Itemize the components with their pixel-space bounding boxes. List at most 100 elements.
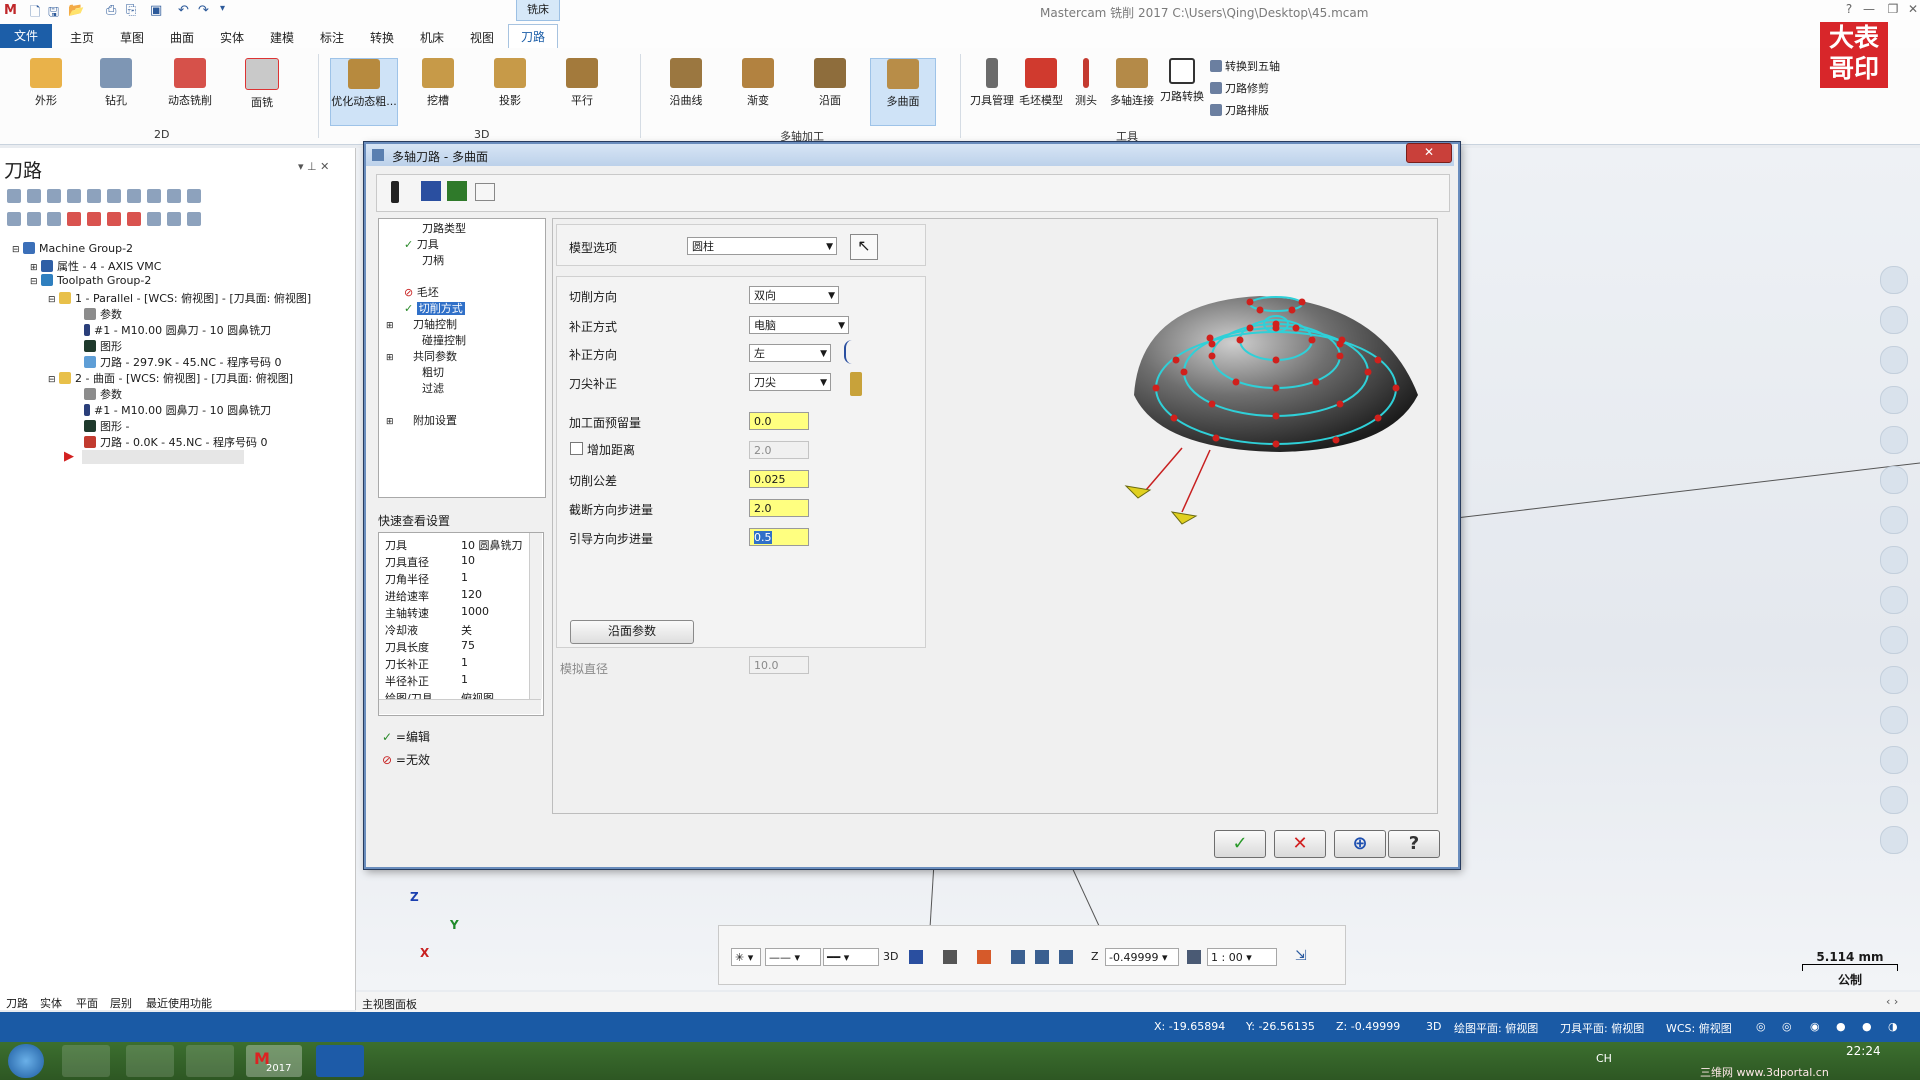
level-select[interactable]: 1 : 00 ▾ bbox=[1207, 948, 1277, 966]
tree-toolpath-group[interactable]: ⊟ Toolpath Group-2 bbox=[30, 274, 151, 287]
drill-button[interactable]: 钻孔 bbox=[86, 58, 146, 124]
regen-dirty-icon[interactable] bbox=[67, 189, 81, 203]
settings-icon[interactable] bbox=[187, 212, 201, 226]
simulate-icon[interactable] bbox=[127, 189, 141, 203]
calculator-icon[interactable] bbox=[186, 1045, 234, 1077]
trim-toolpath-button[interactable]: 刀路修剪 bbox=[1210, 80, 1269, 96]
fit-icon[interactable] bbox=[1880, 426, 1908, 454]
close-icon[interactable]: ✕ bbox=[1900, 2, 1920, 20]
comp-type-select[interactable]: 电脑 ▼ bbox=[749, 316, 849, 334]
apply-button[interactable]: ⊕ bbox=[1334, 830, 1386, 858]
move-up-icon[interactable] bbox=[87, 212, 101, 226]
scroll-icon[interactable] bbox=[127, 212, 141, 226]
tree-operation-2[interactable]: ⊟ 2 - 曲面 - [WCS: 俯视图] - [刀具面: 俯视图] bbox=[48, 370, 293, 386]
view-icon[interactable]: ◎ bbox=[1782, 1020, 1792, 1033]
dynamic-mill-button[interactable]: 动态铣削 bbox=[160, 58, 220, 124]
line-width-select[interactable]: ━━ ▾ bbox=[823, 948, 879, 966]
flow-params-button[interactable]: 沿面参数 bbox=[570, 620, 694, 644]
quick-view-vscrollbar[interactable] bbox=[529, 533, 542, 699]
toggle-post-icon[interactable] bbox=[47, 212, 61, 226]
tab-main-viewsheet[interactable]: 主视图面板 bbox=[362, 996, 417, 1012]
wireframe-icon[interactable]: ● bbox=[1836, 1020, 1846, 1033]
project-button[interactable]: 投影 bbox=[480, 58, 540, 124]
tree-properties[interactable]: ⊞ 属性 - 4 - AXIS VMC bbox=[30, 258, 161, 274]
solid-color-icon[interactable] bbox=[977, 950, 991, 964]
nav-cut-pattern[interactable]: ✓ 切削方式 bbox=[404, 300, 465, 316]
display-only-icon[interactable] bbox=[167, 212, 181, 226]
open-icon[interactable]: 📂 bbox=[68, 3, 84, 18]
cancel-icon[interactable] bbox=[1880, 826, 1908, 854]
tree-geometry-2[interactable]: 图形 - bbox=[84, 418, 129, 434]
menu-sketch[interactable]: 草图 bbox=[120, 29, 144, 46]
tool-icon[interactable] bbox=[391, 181, 399, 203]
lead-step-input[interactable]: 0.5 bbox=[749, 528, 809, 546]
menu-machine[interactable]: 机床 bbox=[420, 29, 444, 46]
status-wcs[interactable]: WCS: 俯视图 bbox=[1666, 1020, 1732, 1036]
convert-5axis-button[interactable]: 转换到五轴 bbox=[1210, 58, 1280, 74]
clear-colors-icon[interactable] bbox=[1035, 950, 1049, 964]
menu-toolpaths[interactable]: 刀路 bbox=[508, 24, 558, 49]
shade-icon[interactable] bbox=[1880, 506, 1908, 534]
zoom-out-icon[interactable] bbox=[1880, 306, 1908, 334]
mode-3d-toggle[interactable]: 3D bbox=[883, 950, 898, 963]
status-draw-plane[interactable]: 绘图平面: 俯视图 bbox=[1454, 1020, 1538, 1036]
help-icon[interactable] bbox=[187, 189, 201, 203]
tree-toolpath-1[interactable]: 刀路 - 297.9K - 45.NC - 程序号码 0 bbox=[84, 354, 282, 370]
nav-tool[interactable]: ✓ 刀具 bbox=[404, 236, 439, 252]
nav-linking[interactable]: ⊞ 共同参数 bbox=[386, 348, 457, 364]
status-tool-plane[interactable]: 刀具平面: 俯视图 bbox=[1560, 1020, 1644, 1036]
print-preview-icon[interactable]: ⎘ bbox=[126, 3, 136, 18]
cube-icon[interactable] bbox=[1880, 586, 1908, 614]
nav-tool-axis[interactable]: ⊞ 刀轴控制 bbox=[386, 316, 457, 332]
comp-dir-select[interactable]: 左 ▼ bbox=[749, 344, 831, 362]
levels-icon[interactable] bbox=[1187, 950, 1201, 964]
explorer-icon[interactable] bbox=[126, 1045, 174, 1077]
ok-button[interactable]: ✓ bbox=[1214, 830, 1266, 858]
cancel-button[interactable]: ✕ bbox=[1274, 830, 1326, 858]
morph-button[interactable]: 渐变 bbox=[728, 58, 788, 124]
rotate-icon[interactable] bbox=[1880, 346, 1908, 374]
highfeed-icon[interactable] bbox=[167, 189, 181, 203]
nav-stock[interactable]: ⊘ 毛坯 bbox=[404, 284, 439, 300]
print-icon[interactable]: ⎙ bbox=[106, 3, 116, 18]
menu-model[interactable]: 建模 bbox=[270, 29, 294, 46]
z-depth-input[interactable]: -0.49999 ▾ bbox=[1105, 948, 1179, 966]
tree-operation-1[interactable]: ⊟ 1 - Parallel - [WCS: 俯视图] - [刀具面: 俯视图] bbox=[48, 290, 311, 306]
help-button[interactable]: ? bbox=[1388, 830, 1440, 858]
cross-step-input[interactable]: 2.0 bbox=[749, 499, 809, 517]
quick-view-hscrollbar[interactable] bbox=[379, 699, 541, 714]
tab-toolpaths[interactable]: 刀路 bbox=[6, 995, 28, 1011]
toolpath-transform-button[interactable]: 刀路转换 bbox=[1156, 58, 1208, 124]
menu-view[interactable]: 视图 bbox=[470, 29, 494, 46]
parallel-button[interactable]: 平行 bbox=[552, 58, 612, 124]
zoom-in-icon[interactable] bbox=[1880, 266, 1908, 294]
tree-params-2[interactable]: 参数 bbox=[84, 386, 122, 402]
add-distance-checkbox[interactable] bbox=[570, 442, 583, 455]
tab-levels[interactable]: 层别 bbox=[110, 995, 132, 1011]
new-file-icon[interactable]: 🗋 bbox=[30, 3, 40, 25]
nav-collision[interactable]: 碰撞控制 bbox=[422, 332, 466, 348]
menu-solid[interactable]: 实体 bbox=[220, 29, 244, 46]
save-defaults-icon[interactable] bbox=[447, 181, 467, 201]
backplot-icon[interactable] bbox=[87, 189, 101, 203]
tree-toolpath-2[interactable]: 刀路 - 0.0K - 45.NC - 程序号码 0 bbox=[84, 434, 268, 450]
tree-machine-group[interactable]: ⊟ Machine Group-2 bbox=[12, 242, 133, 255]
curve-button[interactable]: 沿曲线 bbox=[656, 58, 716, 124]
menu-transform[interactable]: 转换 bbox=[370, 29, 394, 46]
hidden-icon[interactable]: ● bbox=[1862, 1020, 1872, 1033]
nav-holder[interactable]: 刀柄 bbox=[422, 252, 444, 268]
reset-icon[interactable] bbox=[475, 183, 495, 201]
clock[interactable]: 22:24 bbox=[1846, 1044, 1881, 1058]
tree-geometry-1[interactable]: 图形 bbox=[84, 338, 122, 354]
set-attributes-icon[interactable] bbox=[1059, 950, 1073, 964]
nesting-button[interactable]: 刀路排版 bbox=[1210, 102, 1269, 118]
face-mill-button[interactable]: 面铣 bbox=[232, 58, 292, 124]
regen-icon[interactable] bbox=[47, 189, 61, 203]
deselect-icon[interactable] bbox=[27, 189, 41, 203]
shade-icon[interactable]: ◉ bbox=[1810, 1020, 1820, 1033]
export-icon[interactable]: ⇲ bbox=[1295, 948, 1307, 964]
quick-view-list[interactable]: 刀具 10 圆鼻铣刀 刀具直径 10 刀角半径 1 进给速率 120 主轴转速 1000 … bbox=[378, 532, 544, 716]
post-icon[interactable] bbox=[147, 189, 161, 203]
cut-dir-select[interactable]: 双向 ▼ bbox=[749, 286, 839, 304]
verify-icon[interactable] bbox=[107, 189, 121, 203]
